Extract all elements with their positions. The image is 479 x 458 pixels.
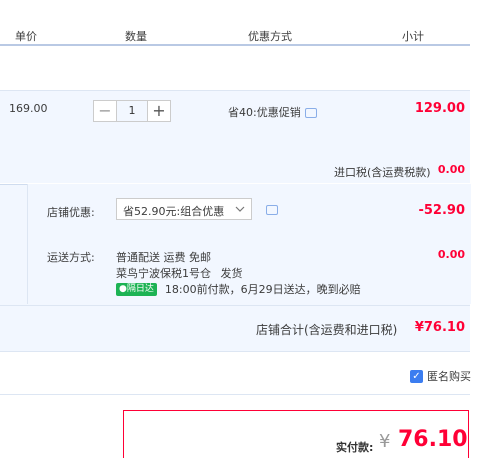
col-quantity: 数量: [125, 30, 147, 43]
next-day-badge: ●隔日达: [116, 282, 157, 296]
delivery-promise: ●隔日达 18:00前付款，6月29日送达，晚到必赔: [116, 281, 361, 297]
decrease-button[interactable]: −: [93, 100, 117, 122]
shop-discount-value: -52.90: [418, 203, 465, 218]
payment-amount: 76.10: [398, 427, 468, 452]
increase-button[interactable]: +: [147, 100, 171, 122]
shop-total-row: [0, 305, 470, 352]
select-value: 省52.90元:组合优惠: [123, 205, 225, 218]
cart-header: 单价 数量 优惠方式 小计: [0, 24, 470, 46]
shop-discount-label: 店铺优惠:: [47, 206, 95, 219]
item-promo: 省40:优惠促销: [228, 106, 301, 119]
chevron-down-icon: [235, 206, 245, 212]
shop-total-label: 店铺合计(含运费和进口税): [256, 323, 398, 337]
shipping-label: 运送方式:: [47, 251, 95, 264]
col-discount-method: 优惠方式: [248, 30, 292, 43]
dispatch-text: 发货: [220, 267, 243, 280]
item-unit-price: 169.00: [9, 102, 48, 115]
shop-discount-select[interactable]: 省52.90元:组合优惠: [116, 198, 252, 220]
import-tax-value: 0.00: [437, 163, 465, 176]
shop-total-value: ¥76.10: [414, 320, 465, 335]
anonymous-option[interactable]: ✓ 匿名购买: [410, 368, 471, 384]
import-tax-label: 进口税(含运费税款): [334, 166, 431, 179]
shipping-method: 普通配送 运费 免邮: [116, 251, 211, 264]
chat-icon[interactable]: [266, 205, 278, 215]
shipping-origin: 菜鸟宁波保税1号仓 发货: [116, 265, 243, 281]
item-subtotal: 129.00: [414, 101, 465, 116]
delivery-note: 18:00前付款，6月29日送达，晚到必赔: [164, 283, 361, 296]
divider: [0, 394, 470, 395]
warehouse-name: 菜鸟宁波保税1号仓: [116, 267, 211, 280]
chat-icon[interactable]: [305, 108, 317, 118]
col-unit-price: 单价: [15, 30, 37, 43]
quantity-input[interactable]: 1: [117, 100, 147, 122]
shipping-fee: 0.00: [437, 248, 465, 261]
anonymous-label: 匿名购买: [427, 370, 471, 383]
currency-symbol: ¥: [379, 431, 391, 452]
payment-label: 实付款:: [336, 441, 374, 454]
quantity-stepper: − 1 +: [93, 100, 171, 122]
col-subtotal: 小计: [402, 30, 424, 43]
anonymous-checkbox[interactable]: ✓: [410, 369, 423, 383]
payment-box: 实付款: ¥ 76.10: [123, 410, 469, 458]
